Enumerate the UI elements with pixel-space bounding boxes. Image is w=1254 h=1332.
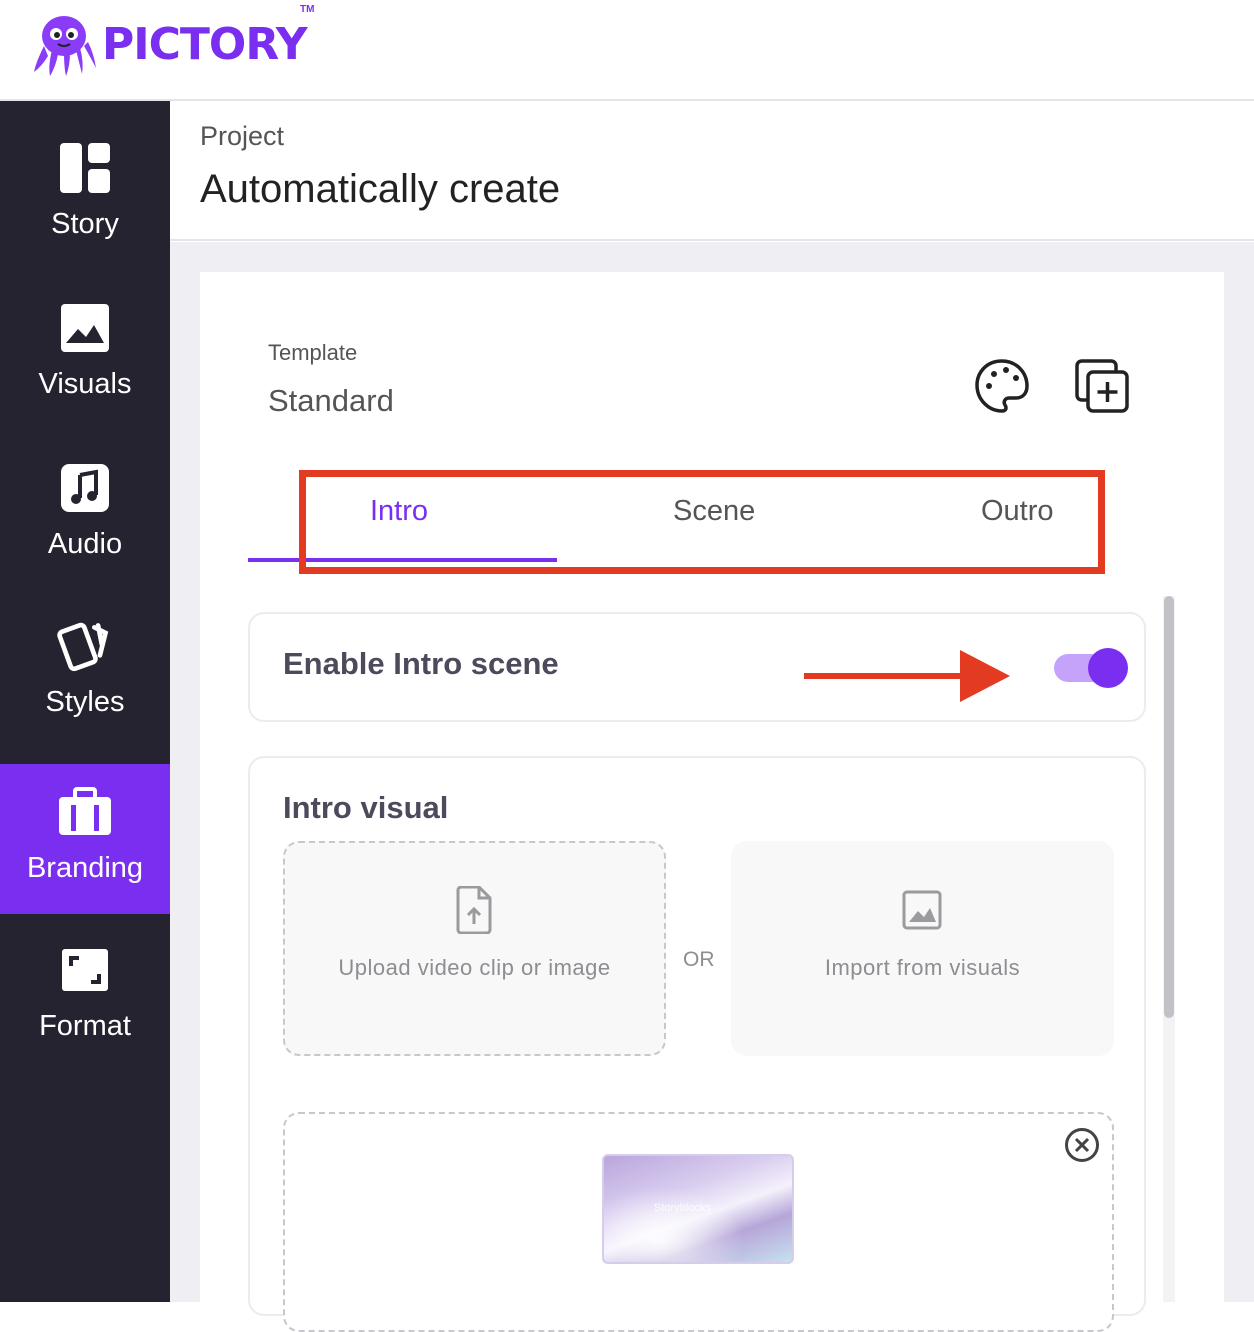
palette-button[interactable] [972, 356, 1032, 416]
sidebar-item-visuals[interactable]: Visuals [0, 300, 170, 401]
thumbnail-watermark: Storyblocks [654, 1202, 711, 1214]
duplicate-template-button[interactable] [1072, 356, 1132, 416]
page-title: Automatically create [200, 167, 561, 211]
toggle-knob [1088, 648, 1128, 688]
project-header: Project Automatically create [170, 101, 1254, 241]
music-note-icon [57, 460, 113, 516]
sidebar-item-story[interactable]: Story [0, 140, 170, 241]
remove-visual-button[interactable] [1064, 1127, 1100, 1163]
close-circle-icon [1065, 1128, 1099, 1162]
top-bar: PICTORY TM [0, 0, 1254, 101]
format-frame-icon [57, 942, 113, 998]
sidebar-item-label: Styles [45, 686, 125, 718]
breadcrumb[interactable]: Project [200, 121, 284, 152]
file-upload-icon [456, 886, 492, 934]
intro-visual-title: Intro visual [283, 790, 449, 825]
import-label: Import from visuals [824, 955, 1021, 980]
sidebar-item-audio[interactable]: Audio [0, 460, 170, 561]
briefcase-icon [57, 784, 113, 840]
highlight-box-annotation [299, 470, 1105, 574]
upload-dropzone[interactable] [283, 841, 666, 1056]
layout-icon [57, 140, 113, 196]
duplicate-add-icon [1075, 359, 1129, 413]
sidebar-item-format[interactable]: Format [0, 942, 170, 1043]
enable-intro-label: Enable Intro scene [283, 646, 559, 681]
trademark-mark: TM [300, 4, 315, 15]
sidebar-item-styles[interactable]: Styles [0, 618, 170, 719]
enable-intro-toggle[interactable] [1054, 648, 1130, 688]
import-from-visuals-button[interactable] [731, 841, 1114, 1056]
sidebar-item-label: Story [51, 208, 119, 240]
scrollbar-thumb[interactable] [1164, 596, 1174, 1018]
or-separator: OR [683, 948, 715, 971]
sidebar-item-label: Audio [47, 528, 123, 560]
sidebar-item-label: Format [39, 1010, 131, 1042]
template-label: Template [268, 340, 358, 365]
arrow-annotation-icon [804, 650, 1010, 702]
upload-label: Upload video clip or image [338, 955, 611, 980]
logo-text: PICTORY [102, 18, 308, 70]
intro-visual-thumbnail[interactable]: Storyblocks [602, 1154, 794, 1264]
image-icon [57, 300, 113, 356]
sidebar-item-label: Branding [26, 852, 144, 884]
palette-icon [975, 359, 1029, 413]
cards-icon [57, 618, 113, 674]
octopus-logo-icon [34, 16, 96, 76]
sidebar-item-label: Visuals [38, 368, 132, 400]
pictory-logo[interactable]: PICTORY [30, 10, 308, 78]
sidebar-item-branding[interactable]: Branding [0, 764, 170, 914]
image-icon [902, 890, 942, 930]
template-value[interactable]: Standard [268, 383, 394, 419]
